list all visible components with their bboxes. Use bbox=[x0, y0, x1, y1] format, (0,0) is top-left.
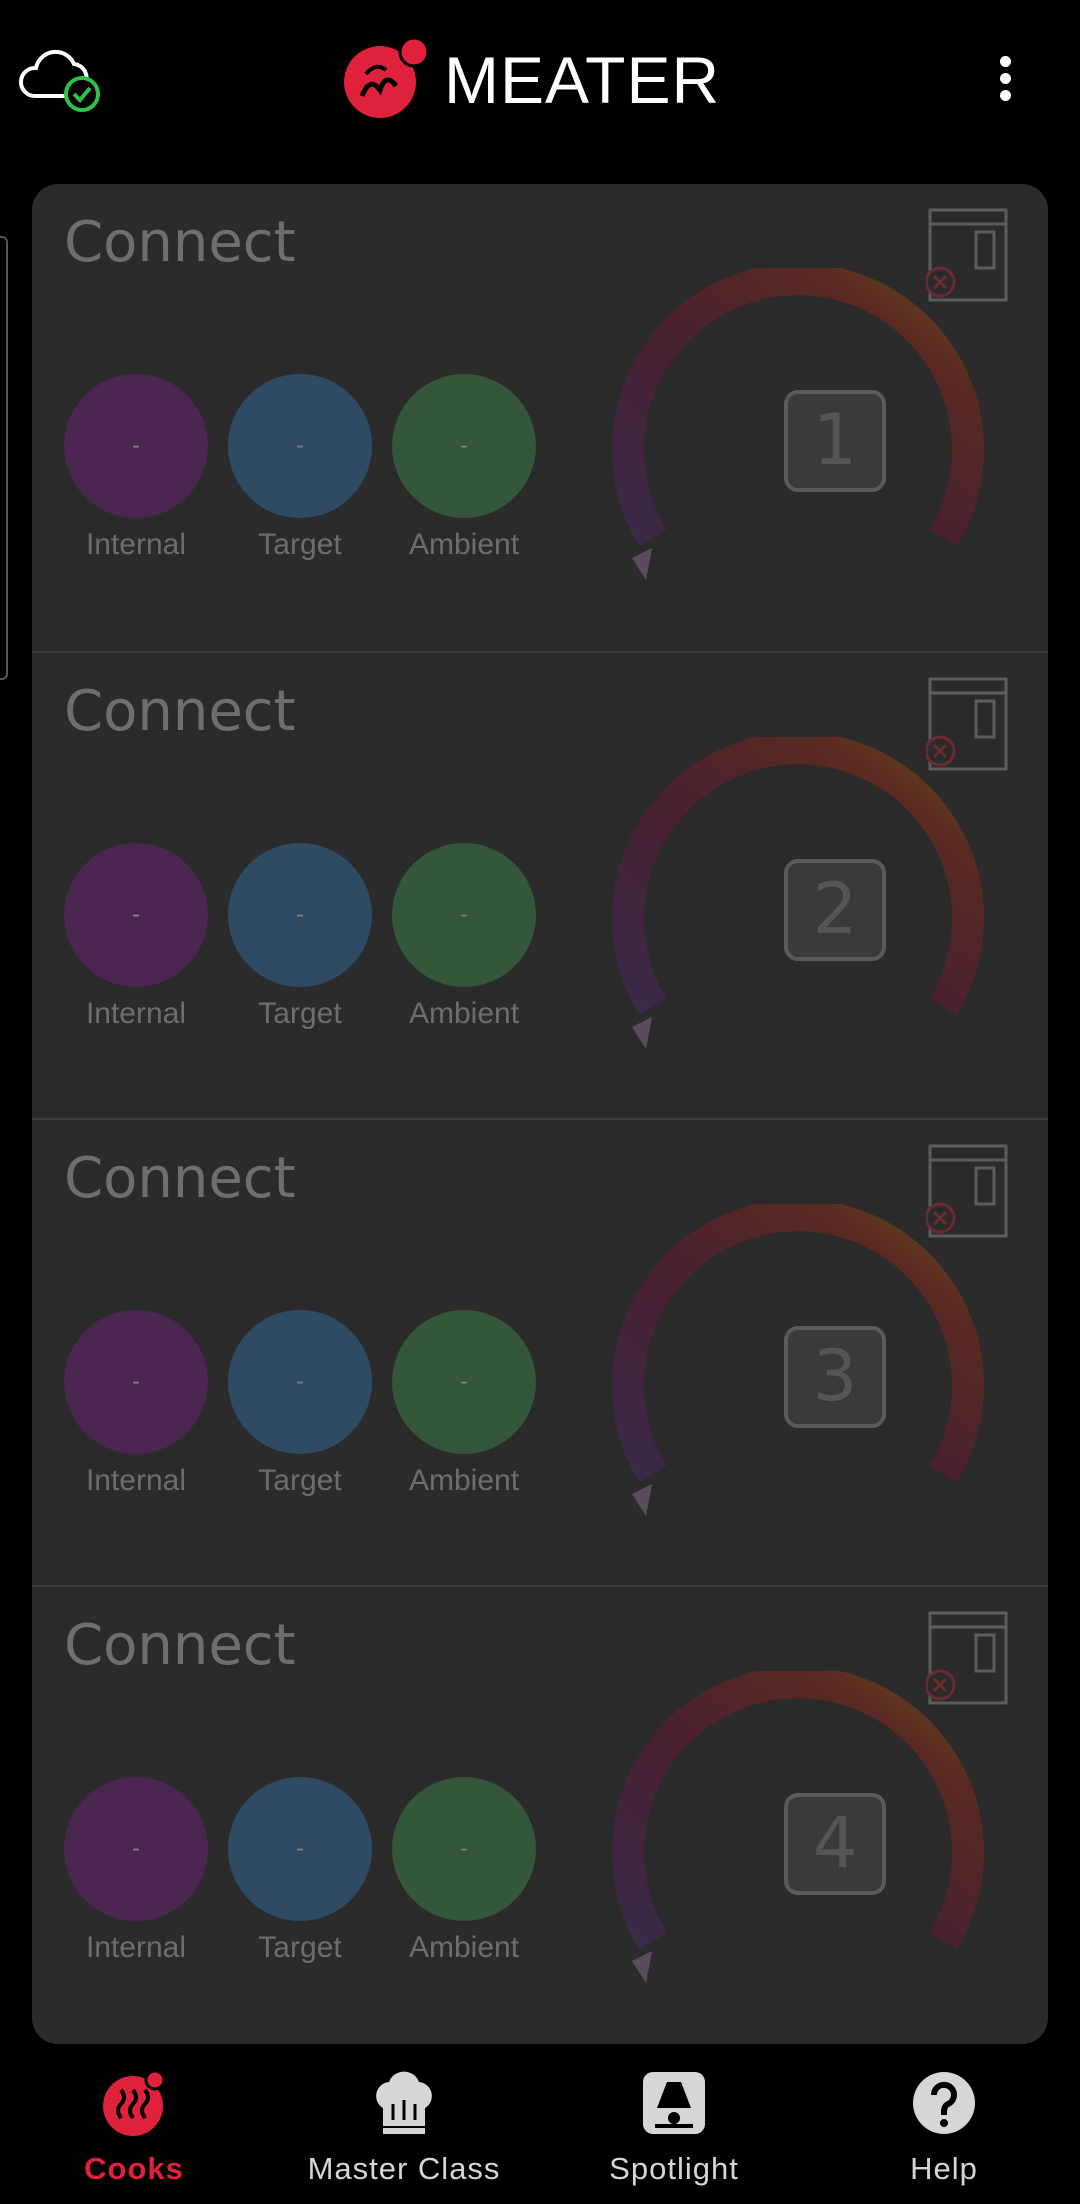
internal-temp-bubble: - bbox=[64, 843, 208, 987]
internal-label: Internal bbox=[85, 1931, 187, 1964]
meater-logo-icon bbox=[344, 36, 430, 118]
nav-label: Master Class bbox=[307, 2151, 501, 2186]
probe-list: Connect - - - Internal Target Ambient 1 bbox=[32, 184, 1048, 2044]
gauge-pointer-icon bbox=[632, 548, 652, 580]
target-label: Target bbox=[258, 1464, 342, 1497]
probe-number: 2 bbox=[813, 868, 858, 950]
nav-label: Spotlight bbox=[609, 2151, 739, 2186]
gauge-pointer-icon bbox=[632, 1017, 652, 1049]
ambient-label: Ambient bbox=[408, 997, 520, 1030]
card-title: Connect bbox=[64, 1613, 296, 1678]
target-temp-bubble[interactable]: - bbox=[228, 843, 372, 987]
probe-card-3[interactable]: Connect - - - Internal Target Ambient 3 bbox=[32, 1118, 1048, 1587]
probe-number: 3 bbox=[813, 1335, 858, 1417]
ambient-temp-bubble: - bbox=[392, 843, 536, 987]
app-header: MEATER bbox=[0, 0, 1080, 160]
cloud-sync-icon[interactable] bbox=[14, 44, 104, 114]
target-label: Target bbox=[258, 997, 342, 1030]
ambient-label: Ambient bbox=[408, 528, 520, 561]
probe-number: 4 bbox=[813, 1802, 858, 1884]
ambient-temp-bubble: - bbox=[392, 374, 536, 518]
nav-master-class[interactable]: Master Class bbox=[294, 2068, 514, 2187]
nav-help[interactable]: Help bbox=[834, 2068, 1054, 2187]
ambient-label: Ambient bbox=[408, 1464, 520, 1497]
probe-card-1[interactable]: Connect - - - Internal Target Ambient 1 bbox=[32, 184, 1048, 651]
cooks-icon bbox=[103, 2069, 166, 2136]
nav-label: Help bbox=[910, 2151, 978, 2186]
card-title: Connect bbox=[64, 210, 296, 275]
internal-label: Internal bbox=[85, 528, 187, 561]
probe-card-2[interactable]: Connect - - - Internal Target Ambient 2 bbox=[32, 651, 1048, 1120]
internal-temp-bubble: - bbox=[64, 1777, 208, 1921]
bottom-navigation: Cooks Master Class Spotlight Help bbox=[0, 2044, 1080, 2204]
ambient-temp-bubble: - bbox=[392, 1777, 536, 1921]
nav-label: Cooks bbox=[84, 2151, 184, 2186]
brand-title: MEATER bbox=[444, 43, 721, 117]
temperature-gauge: 3 bbox=[612, 1204, 984, 1516]
card-title: Connect bbox=[64, 1146, 296, 1211]
internal-label: Internal bbox=[85, 997, 187, 1030]
target-temp-bubble[interactable]: - bbox=[228, 374, 372, 518]
target-temp-bubble[interactable]: - bbox=[228, 1777, 372, 1921]
target-label: Target bbox=[258, 1931, 342, 1964]
temperature-gauge: 2 bbox=[612, 737, 984, 1049]
help-icon bbox=[913, 2072, 975, 2134]
temperature-gauge: 4 bbox=[612, 1671, 984, 1983]
card-title: Connect bbox=[64, 679, 296, 744]
target-label: Target bbox=[258, 528, 342, 561]
target-temp-bubble[interactable]: - bbox=[228, 1310, 372, 1454]
overflow-menu-icon[interactable] bbox=[990, 56, 1020, 106]
ambient-label: Ambient bbox=[408, 1931, 520, 1964]
internal-temp-bubble: - bbox=[64, 1310, 208, 1454]
gauge-pointer-icon bbox=[632, 1484, 652, 1516]
probe-card-4[interactable]: Connect - - - Internal Target Ambient 4 bbox=[32, 1585, 1048, 2044]
internal-temp-bubble: - bbox=[64, 374, 208, 518]
temperature-gauge: 1 bbox=[612, 268, 984, 580]
nav-spotlight[interactable]: Spotlight bbox=[564, 2068, 784, 2187]
internal-label: Internal bbox=[85, 1464, 187, 1497]
chef-hat-icon bbox=[376, 2071, 432, 2134]
spotlight-icon bbox=[643, 2072, 705, 2134]
drawer-handle[interactable] bbox=[0, 236, 8, 680]
ambient-temp-bubble: - bbox=[392, 1310, 536, 1454]
gauge-pointer-icon bbox=[632, 1951, 652, 1983]
nav-cooks[interactable]: Cooks bbox=[24, 2068, 244, 2187]
probe-number: 1 bbox=[813, 399, 858, 481]
